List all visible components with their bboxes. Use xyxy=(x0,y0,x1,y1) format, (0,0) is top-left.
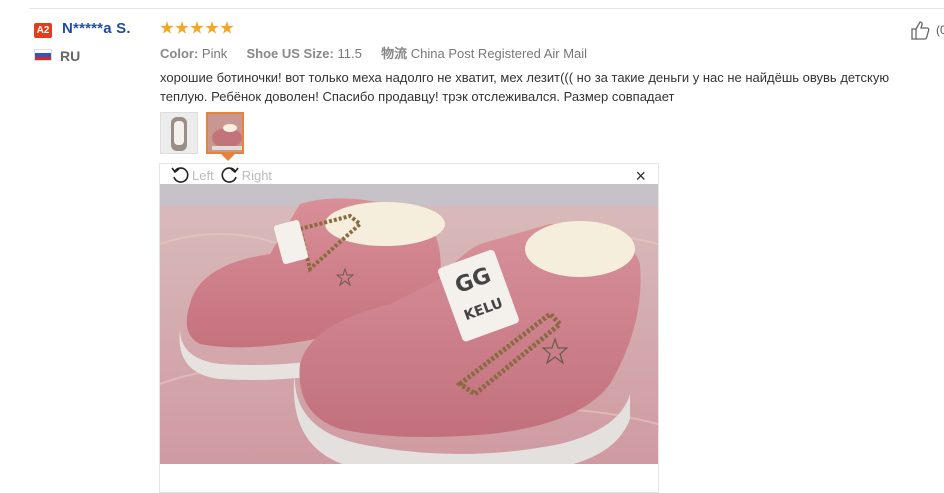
star-icon xyxy=(220,21,234,34)
country-flag-icon xyxy=(34,49,52,61)
review-text: хорошие ботиночки! вот только меха надол… xyxy=(160,70,890,104)
rotate-left-icon xyxy=(171,167,189,183)
size-label: Shoe US Size: xyxy=(246,46,334,61)
size-value: 11.5 xyxy=(337,46,362,61)
helpful-button[interactable]: (0 xyxy=(910,20,944,40)
rotate-right-label: Right xyxy=(241,167,273,183)
shipping-value: China Post Registered Air Mail xyxy=(410,46,588,61)
rotate-right-icon xyxy=(221,167,239,183)
review-photo: GG KELU xyxy=(160,184,658,464)
rotate-left-button[interactable]: Left xyxy=(170,166,214,184)
viewer-toolbar: Left Right xyxy=(170,166,272,184)
color-label: Color: xyxy=(160,46,199,61)
shipping-label: 物流 xyxy=(381,46,408,61)
star-icon xyxy=(190,21,204,34)
selected-thumbnail-indicator xyxy=(221,154,235,161)
rotate-left-label: Left xyxy=(192,167,214,183)
order-meta: Color: Pink Shoe US Size: 11.5 物流 China … xyxy=(160,43,587,62)
photo-viewer: Left Right × GG KELU xyxy=(159,163,659,493)
helpful-count: (0 xyxy=(936,23,944,37)
thumbs-up-icon xyxy=(911,21,930,40)
rotate-right-button[interactable]: Right xyxy=(220,166,272,184)
reviewer-country: RU xyxy=(60,48,81,64)
rating-stars xyxy=(160,18,234,38)
star-icon xyxy=(160,21,174,34)
review-photo-thumbnail-2[interactable] xyxy=(206,112,244,154)
review-top-divider xyxy=(30,8,944,9)
color-value: Pink xyxy=(201,46,228,61)
review-photo-thumbnail-1[interactable] xyxy=(160,112,198,154)
reviewer-name: N*****a S. xyxy=(62,20,131,37)
buyer-level-badge: A2 xyxy=(34,23,52,38)
star-icon xyxy=(175,21,189,34)
star-icon xyxy=(205,21,219,34)
